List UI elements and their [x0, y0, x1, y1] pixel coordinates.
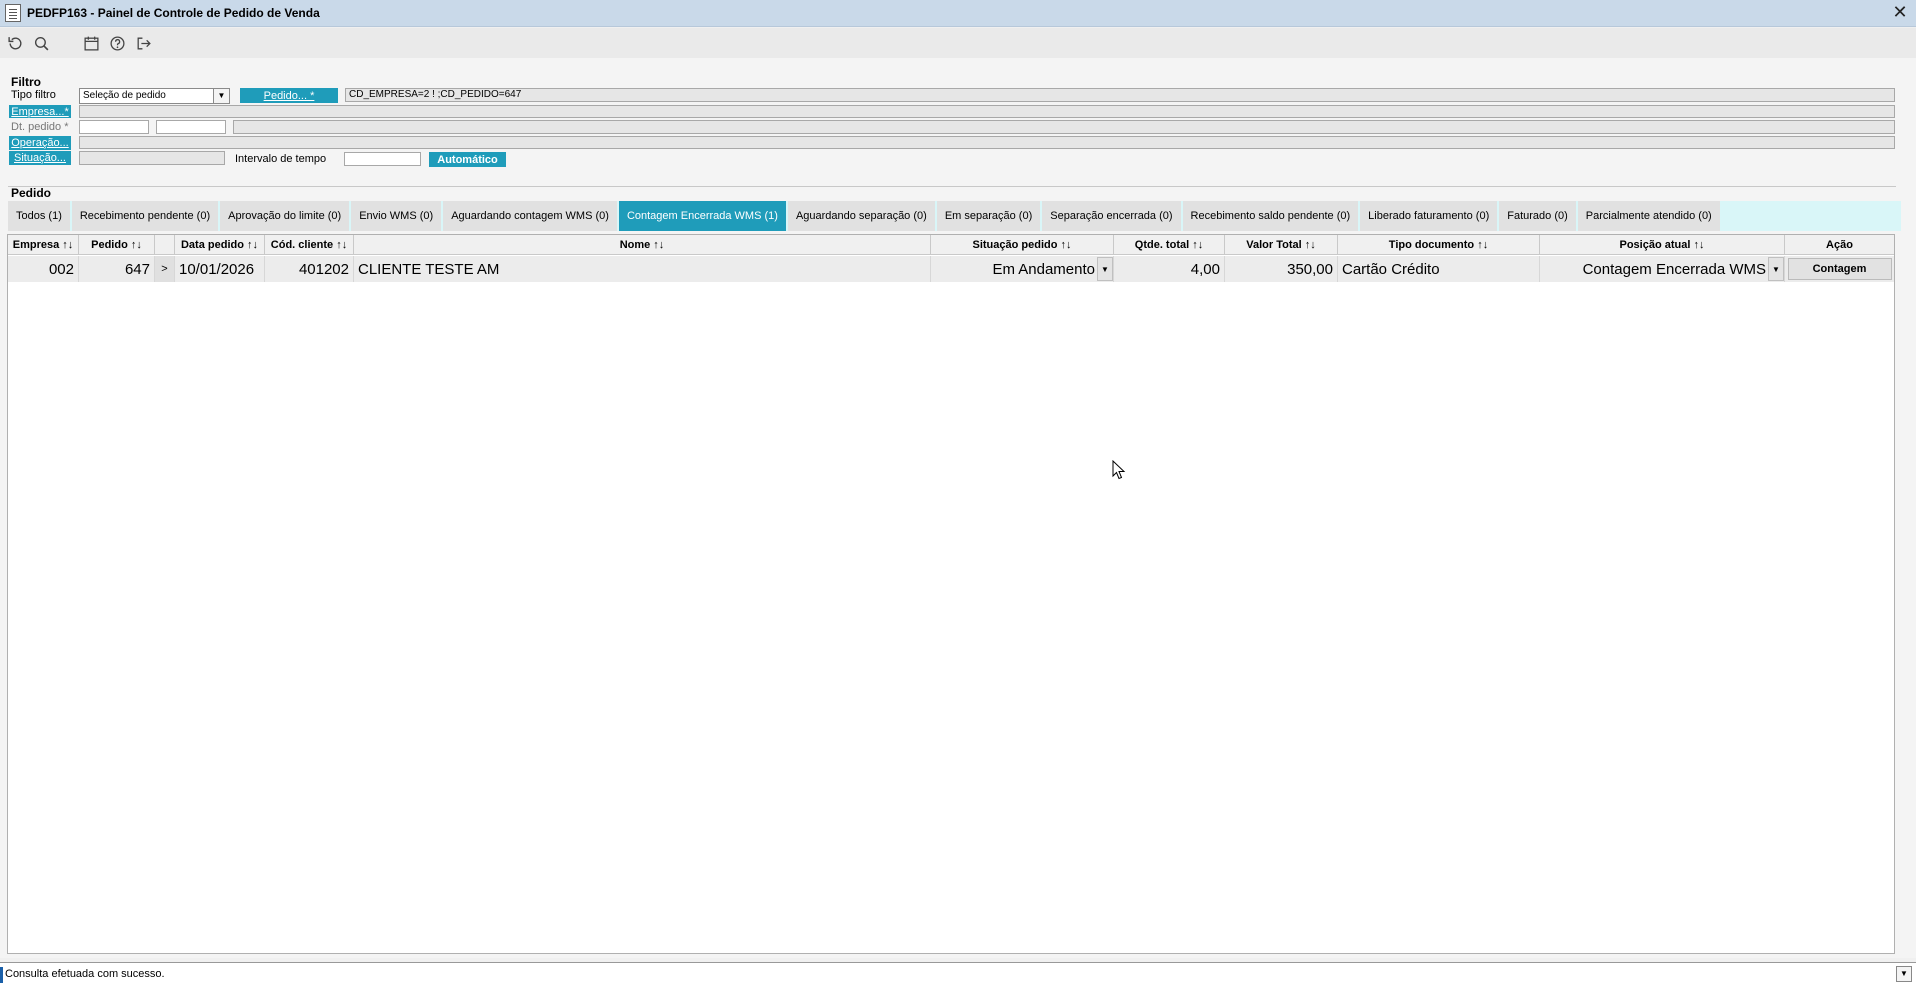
empresa-field[interactable]	[79, 105, 1895, 118]
chevron-down-icon[interactable]: ▼	[1896, 966, 1912, 982]
pedido-button[interactable]: Pedido... *	[240, 88, 338, 103]
intervalo-label: Intervalo de tempo	[235, 153, 327, 165]
operacao-button[interactable]: Operação...	[9, 136, 71, 150]
expand-row-icon[interactable]: >	[155, 256, 175, 282]
status-tab-strip: Todos (1) Recebimento pendente (0) Aprov…	[8, 201, 1901, 231]
dt-pedido-label: Dt. pedido *	[11, 121, 69, 133]
cell-nome: CLIENTE TESTE AM	[354, 256, 931, 282]
filter-section-title: Filtro	[11, 75, 41, 89]
help-icon[interactable]	[104, 30, 130, 56]
col-situacao[interactable]: Situação pedido ↑↓	[931, 235, 1114, 255]
operacao-button-label: Operação...	[11, 137, 69, 149]
situacao-button-label: Situação...	[14, 152, 66, 164]
mouse-cursor-icon	[1112, 460, 1126, 480]
calendar-icon[interactable]	[78, 30, 104, 56]
cell-qtde-total: 4,00	[1114, 256, 1225, 282]
col-pedido[interactable]: Pedido ↑↓	[79, 235, 155, 255]
situacao-value: Em Andamento	[992, 260, 1095, 278]
status-message: Consulta efetuada com sucesso.	[5, 968, 165, 980]
col-valor-total[interactable]: Valor Total ↑↓	[1225, 235, 1338, 255]
tab-aguardando-contagem-wms[interactable]: Aguardando contagem WMS (0)	[443, 201, 617, 231]
cell-valor-total: 350,00	[1225, 256, 1338, 282]
cell-empresa: 002	[8, 256, 79, 282]
col-qtde-total[interactable]: Qtde. total ↑↓	[1114, 235, 1225, 255]
cell-data-pedido: 10/01/2026	[175, 256, 265, 282]
intervalo-field[interactable]	[344, 152, 421, 166]
pedido-value-field[interactable]: CD_EMPRESA=2 ! ;CD_PEDIDO=647	[345, 88, 1895, 102]
document-icon	[5, 4, 21, 22]
tab-envio-wms[interactable]: Envio WMS (0)	[351, 201, 442, 231]
dt-pedido-start-field[interactable]	[79, 120, 149, 134]
tipo-filtro-value: Seleção de pedido	[83, 90, 166, 101]
tab-separacao-encerrada[interactable]: Separação encerrada (0)	[1042, 201, 1181, 231]
status-bar: Consulta efetuada com sucesso. ▼	[0, 962, 1916, 985]
col-expander	[155, 235, 175, 255]
divider	[8, 186, 1896, 187]
title-bar: PEDFP163 - Painel de Controle de Pedido …	[0, 0, 1916, 27]
window-title: PEDFP163 - Painel de Controle de Pedido …	[27, 6, 320, 20]
chevron-down-icon[interactable]: ▼	[1097, 257, 1113, 281]
orders-grid: Empresa ↑↓ Pedido ↑↓ Data pedido ↑↓ Cód.…	[7, 234, 1895, 954]
tab-em-separacao[interactable]: Em separação (0)	[936, 201, 1041, 231]
col-nome[interactable]: Nome ↑↓	[354, 235, 931, 255]
tab-liberado-faturamento[interactable]: Liberado faturamento (0)	[1360, 201, 1498, 231]
tab-todos[interactable]: Todos (1)	[8, 201, 70, 231]
search-icon[interactable]	[28, 30, 54, 56]
chevron-down-icon[interactable]: ▼	[213, 89, 229, 103]
posicao-value: Contagem Encerrada WMS	[1582, 260, 1766, 278]
col-data-pedido[interactable]: Data pedido ↑↓	[175, 235, 265, 255]
dt-pedido-extra-field	[233, 120, 1895, 134]
close-icon[interactable]: ✕	[1890, 3, 1910, 23]
tab-contagem-encerrada-wms[interactable]: Contagem Encerrada WMS (1)	[618, 201, 786, 231]
situacao-field[interactable]	[79, 151, 225, 165]
cell-posicao-atual[interactable]: Contagem Encerrada WMS ▼	[1540, 256, 1785, 282]
cell-acao: Contagem	[1785, 256, 1894, 282]
col-empresa[interactable]: Empresa ↑↓	[8, 235, 79, 255]
tab-recebimento-saldo-pendente[interactable]: Recebimento saldo pendente (0)	[1182, 201, 1359, 231]
pedido-section-title: Pedido	[11, 186, 52, 200]
empresa-button[interactable]: Empresa...*	[9, 105, 71, 118]
grid-header: Empresa ↑↓ Pedido ↑↓ Data pedido ↑↓ Cód.…	[8, 235, 1894, 255]
tab-aguardando-separacao[interactable]: Aguardando separação (0)	[787, 201, 935, 231]
table-row[interactable]: 002 647 > 10/01/2026 401202 CLIENTE TEST…	[8, 256, 1894, 282]
contagem-button[interactable]: Contagem	[1787, 258, 1892, 280]
col-tipo-documento[interactable]: Tipo documento ↑↓	[1338, 235, 1540, 255]
toolbar	[0, 28, 1916, 58]
situacao-button[interactable]: Situação...	[9, 151, 71, 165]
operacao-field[interactable]	[79, 136, 1895, 149]
tab-aprovacao-limite[interactable]: Aprovação do limite (0)	[220, 201, 350, 231]
automatico-button[interactable]: Automático	[429, 152, 506, 167]
cell-pedido: 647	[79, 256, 155, 282]
tab-faturado[interactable]: Faturado (0)	[1499, 201, 1576, 231]
dt-pedido-end-field[interactable]	[156, 120, 226, 134]
cell-tipo-documento: Cartão Crédito	[1338, 256, 1540, 282]
tipo-filtro-select[interactable]: Seleção de pedido ▼	[79, 88, 230, 104]
cell-situacao[interactable]: Em Andamento ▼	[931, 256, 1114, 282]
tab-parcialmente-atendido[interactable]: Parcialmente atendido (0)	[1577, 201, 1720, 231]
cell-cod-cliente: 401202	[265, 256, 354, 282]
pedido-button-label: Pedido... *	[263, 89, 315, 102]
tipo-filtro-label: Tipo filtro	[11, 89, 56, 101]
chevron-down-icon[interactable]: ▼	[1768, 257, 1784, 281]
col-posicao-atual[interactable]: Posição atual ↑↓	[1540, 235, 1785, 255]
refresh-icon[interactable]	[2, 30, 28, 56]
tab-recebimento-pendente[interactable]: Recebimento pendente (0)	[71, 201, 219, 231]
exit-icon[interactable]	[130, 30, 156, 56]
col-cod-cliente[interactable]: Cód. cliente ↑↓	[265, 235, 354, 255]
col-acao: Ação	[1826, 239, 1853, 251]
empresa-button-label: Empresa...*	[11, 105, 69, 118]
